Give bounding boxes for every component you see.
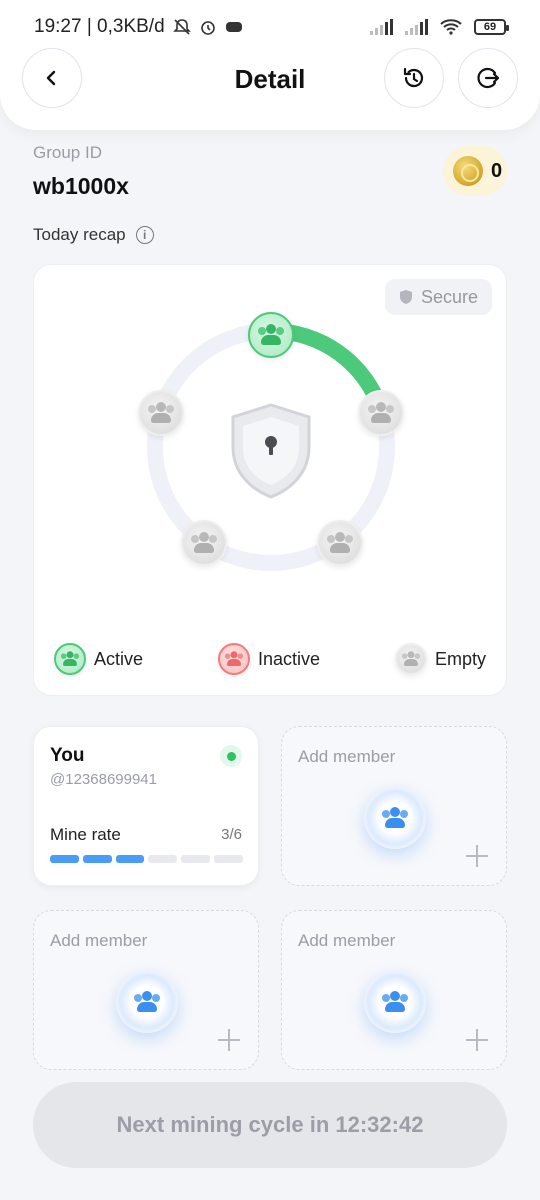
mine-rate-segment bbox=[181, 855, 211, 863]
empty-member-icon bbox=[394, 643, 427, 675]
status-time: 19:27 | 0,3KB/d bbox=[34, 16, 165, 37]
legend-empty: Empty bbox=[394, 643, 486, 675]
alarm-icon bbox=[200, 21, 215, 35]
mine-rate-segment bbox=[148, 855, 178, 863]
member-node-1 bbox=[248, 312, 294, 358]
status-right: 69 bbox=[370, 19, 509, 35]
mine-rate-label: Mine rate bbox=[50, 825, 121, 844]
online-status-icon bbox=[220, 745, 242, 767]
exit-icon bbox=[477, 67, 500, 89]
exit-button[interactable] bbox=[458, 48, 518, 108]
signal-icon bbox=[370, 19, 393, 35]
add-member-orb bbox=[116, 971, 178, 1033]
member-handle: @12368699941 bbox=[50, 771, 157, 788]
coin-count: 0 bbox=[491, 159, 503, 182]
member-name: You bbox=[50, 745, 85, 766]
status-legend: Active Inactive Empty bbox=[54, 643, 486, 675]
add-member-card[interactable]: Add member bbox=[33, 910, 259, 1070]
member-node-3 bbox=[317, 520, 363, 566]
add-member-label: Add member bbox=[298, 747, 396, 766]
member-icon bbox=[191, 532, 217, 554]
member-node-4 bbox=[181, 520, 227, 566]
add-member-label: Add member bbox=[298, 931, 396, 950]
add-member-orb bbox=[364, 971, 426, 1033]
mine-rate-segment bbox=[50, 855, 79, 863]
lock-shield-icon bbox=[231, 403, 311, 499]
mine-rate-segment bbox=[82, 855, 112, 863]
mine-rate-segment bbox=[214, 855, 243, 863]
signal-icon bbox=[405, 19, 428, 35]
plus-icon bbox=[466, 1029, 488, 1051]
plus-icon bbox=[466, 845, 488, 867]
group-id-value: wb1000x bbox=[33, 173, 129, 199]
legend-empty-label: Empty bbox=[434, 648, 486, 669]
coin-balance[interactable]: 0 bbox=[443, 146, 507, 196]
active-member-icon bbox=[54, 643, 86, 675]
coin-icon bbox=[453, 156, 483, 186]
battery-icon: 69 bbox=[474, 19, 509, 35]
mine-rate-value: 3/6 bbox=[221, 826, 242, 843]
member-icon bbox=[382, 991, 408, 1013]
member-node-5 bbox=[138, 390, 184, 436]
group-id-label: Group ID bbox=[33, 143, 102, 162]
member-icon bbox=[368, 402, 394, 424]
history-button[interactable] bbox=[384, 48, 444, 108]
status-left: 19:27 | 0,3KB/d bbox=[34, 16, 243, 38]
next-mining-cycle-button[interactable]: Next mining cycle in 12:32:42 bbox=[33, 1082, 507, 1168]
wifi-icon bbox=[440, 19, 462, 35]
member-icon bbox=[134, 991, 160, 1013]
member-icon bbox=[327, 532, 353, 554]
member-icon bbox=[382, 807, 408, 829]
add-member-card[interactable]: Add member bbox=[281, 726, 507, 886]
info-icon[interactable]: i bbox=[135, 226, 154, 244]
add-member-card[interactable]: Add member bbox=[281, 910, 507, 1070]
history-icon bbox=[403, 67, 424, 88]
member-node-2 bbox=[358, 390, 404, 436]
mine-rate-segment bbox=[115, 855, 145, 863]
legend-inactive: Inactive bbox=[217, 643, 321, 675]
legend-inactive-label: Inactive bbox=[257, 648, 321, 669]
you-member-card[interactable]: You @12368699941 Mine rate 3/6 bbox=[33, 726, 259, 886]
legend-active: Active bbox=[54, 643, 143, 675]
bell-off-icon bbox=[172, 19, 191, 35]
recap-card: Secure Active Inactive Empty bbox=[33, 264, 507, 696]
today-recap-heading: Today recap i bbox=[33, 225, 154, 245]
legend-active-label: Active bbox=[94, 648, 144, 669]
add-member-orb bbox=[364, 787, 426, 849]
game-icon bbox=[225, 22, 242, 32]
inactive-member-icon bbox=[217, 643, 250, 675]
plus-icon bbox=[218, 1029, 240, 1051]
header: Detail bbox=[0, 48, 540, 130]
add-member-label: Add member bbox=[50, 931, 148, 950]
mine-rate-bar bbox=[50, 855, 243, 863]
member-icon bbox=[148, 402, 174, 424]
member-icon bbox=[258, 324, 284, 346]
today-recap-label: Today recap bbox=[33, 225, 126, 244]
status-bar: 19:27 | 0,3KB/d 69 bbox=[0, 0, 540, 54]
